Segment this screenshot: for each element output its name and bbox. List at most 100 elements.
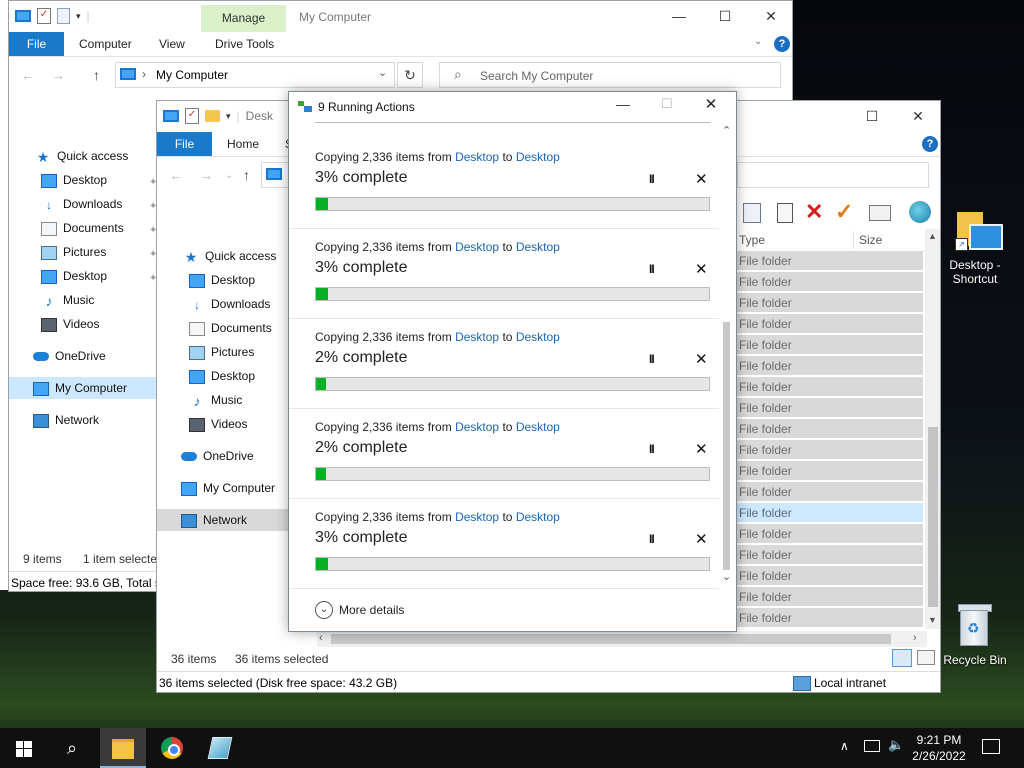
scroll-right-icon[interactable]: › (913, 632, 917, 644)
pause-button[interactable]: II (649, 352, 655, 366)
help-icon[interactable]: ? (922, 136, 938, 152)
dialog-title-bar[interactable]: 9 Running Actions — ☐ ✕ (289, 92, 736, 122)
tab-view[interactable]: View (159, 32, 185, 56)
destination-link[interactable]: Desktop (516, 330, 560, 344)
up-arrow-icon[interactable]: ↑ (93, 67, 100, 83)
sidebar-item-videos[interactable]: Videos (41, 313, 99, 335)
quick-access-dropdown-icon[interactable]: ▾ (226, 111, 231, 122)
more-details-label[interactable]: More details (339, 603, 404, 617)
scroll-down-icon[interactable]: ⌄ (722, 570, 731, 583)
cancel-button[interactable]: ✕ (695, 170, 708, 188)
sidebar-item-music[interactable]: ♪ Music (41, 289, 95, 311)
clock[interactable]: 9:21 PM 2/26/2022 (906, 732, 972, 764)
recycle-bin-icon[interactable]: ♻ (956, 604, 992, 648)
table-row[interactable]: File folder (737, 461, 923, 481)
source-link[interactable]: Desktop (455, 240, 499, 254)
table-row[interactable]: File folder (737, 503, 923, 523)
pause-button[interactable]: II (649, 172, 655, 186)
help-icon[interactable]: ? (774, 36, 790, 52)
large-icons-view-icon[interactable] (917, 650, 935, 665)
running-actions-dialog[interactable]: 9 Running Actions — ☐ ✕ Copying 2,336 it… (288, 91, 737, 632)
desktop-shortcut-icon[interactable]: ↗ (955, 208, 1003, 256)
sidebar-item-quick-access[interactable]: ★ Quick access (35, 145, 129, 167)
scroll-thumb[interactable] (928, 427, 938, 607)
scroll-thumb[interactable] (723, 322, 730, 570)
sidebar-item-onedrive[interactable]: OneDrive (181, 445, 254, 467)
tab-home[interactable]: Home (227, 132, 259, 156)
taskbar-chrome[interactable] (150, 728, 194, 768)
desktop-shortcut-label[interactable]: Desktop - Shortcut (944, 258, 1006, 286)
sidebar-item-pictures[interactable]: Pictures (189, 341, 254, 363)
horizontal-scrollbar[interactable]: ‹ › (317, 631, 927, 647)
tab-file[interactable]: File (157, 132, 212, 156)
cancel-button[interactable]: ✕ (695, 260, 708, 278)
title-bar[interactable]: ✓ ▾ | Manage My Computer — ☐ ✕ (9, 1, 792, 32)
details-view-icon[interactable] (892, 649, 912, 667)
sidebar-item-onedrive[interactable]: OneDrive (33, 345, 106, 367)
sidebar-item-videos[interactable]: Videos (189, 413, 247, 435)
table-row[interactable]: File folder (737, 587, 923, 607)
up-arrow-icon[interactable]: ↑ (243, 167, 250, 183)
scroll-left-icon[interactable]: ‹ (319, 632, 323, 644)
tab-computer[interactable]: Computer (79, 32, 132, 56)
rename-icon[interactable]: ✓ (835, 199, 853, 225)
chevron-down-icon[interactable]: ⌄ (225, 170, 233, 181)
close-button[interactable]: ✕ (748, 1, 792, 32)
forward-arrow-icon[interactable]: → (199, 167, 213, 183)
sidebar-item-network[interactable]: Network (33, 409, 99, 431)
sidebar-item-desktop-2[interactable]: Desktop (189, 365, 255, 387)
maximize-button[interactable]: ☐ (849, 101, 895, 132)
source-link[interactable]: Desktop (455, 150, 499, 164)
table-row[interactable]: File folder (737, 377, 923, 397)
sidebar-item-my-computer[interactable]: My Computer (9, 377, 157, 399)
chevron-down-icon[interactable]: ⌄ (315, 601, 333, 619)
scroll-up-icon[interactable]: ▲ (928, 231, 937, 241)
manage-tab[interactable]: Manage (201, 5, 286, 32)
minimize-button[interactable]: — (656, 1, 702, 32)
quick-access-dropdown-icon[interactable]: ▾ (76, 11, 81, 22)
search-input[interactable]: ⌕ Search My Computer (439, 62, 781, 88)
ribbon-expand-icon[interactable]: ⌄ (754, 36, 762, 47)
table-row[interactable]: File folder (737, 314, 923, 334)
vertical-scrollbar[interactable]: ▲ ▼ (925, 229, 940, 629)
dialog-scrollbar[interactable]: ⌃ ⌄ (719, 124, 735, 586)
sidebar-item-desktop-2[interactable]: Desktop (41, 265, 107, 287)
maximize-button[interactable]: ☐ (647, 96, 687, 112)
table-row[interactable]: File folder (737, 272, 923, 292)
delete-icon[interactable]: ✕ (805, 199, 823, 225)
table-row[interactable]: File folder (737, 419, 923, 439)
destination-link[interactable]: Desktop (516, 150, 560, 164)
properties-icon[interactable]: ✓ (185, 108, 199, 124)
paste-icon[interactable] (777, 203, 793, 223)
new-page-icon[interactable] (57, 8, 70, 24)
table-row[interactable]: File folder (737, 293, 923, 313)
search-input[interactable] (737, 162, 929, 188)
table-row[interactable]: File folder (737, 482, 923, 502)
address-dropdown-icon[interactable]: ⌄ (378, 66, 387, 79)
table-row[interactable]: File folder (737, 356, 923, 376)
scroll-thumb[interactable] (331, 634, 891, 644)
table-row[interactable]: File folder (737, 608, 923, 628)
scroll-up-icon[interactable]: ⌃ (722, 124, 731, 137)
tab-file[interactable]: File (9, 32, 64, 56)
pause-button[interactable]: II (649, 532, 655, 546)
address-bar[interactable]: › My Computer ⌄ (115, 62, 395, 88)
forward-arrow-icon[interactable]: → (51, 67, 65, 83)
address-bar[interactable] (261, 162, 291, 188)
column-size[interactable]: Size (859, 233, 882, 247)
maximize-button[interactable]: ☐ (702, 1, 748, 32)
tab-drive-tools[interactable]: Drive Tools (215, 32, 274, 56)
sidebar-item-desktop[interactable]: Desktop (189, 269, 255, 291)
globe-icon[interactable] (909, 201, 931, 223)
sidebar-item-downloads[interactable]: ↓ Downloads (41, 193, 122, 215)
table-row[interactable]: File folder (737, 545, 923, 565)
show-hidden-icons-icon[interactable]: ∧ (840, 739, 849, 753)
sidebar-item-downloads[interactable]: ↓ Downloads (189, 293, 270, 315)
sidebar-item-documents[interactable]: Documents (41, 217, 124, 239)
scroll-down-icon[interactable]: ▼ (928, 615, 937, 625)
source-link[interactable]: Desktop (455, 420, 499, 434)
properties-icon[interactable] (869, 205, 891, 221)
column-type[interactable]: Type (739, 233, 765, 247)
pause-button[interactable]: II (649, 262, 655, 276)
start-button[interactable] (0, 728, 48, 768)
